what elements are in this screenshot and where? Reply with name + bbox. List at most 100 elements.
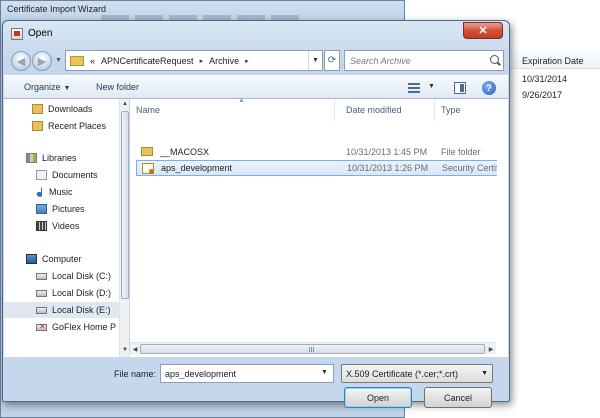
- views-icon[interactable]: [408, 83, 420, 93]
- expiration-date-column[interactable]: Expiration Date: [522, 56, 584, 66]
- documents-icon: [36, 170, 47, 180]
- open-button[interactable]: Open: [344, 387, 412, 408]
- nav-item-pictures[interactable]: Pictures: [4, 201, 119, 217]
- folder-icon: [70, 55, 84, 66]
- nav-item-recent-places[interactable]: Recent Places: [4, 118, 119, 134]
- column-label: Type: [441, 105, 461, 115]
- scroll-down-arrow[interactable]: ▼: [120, 345, 130, 355]
- dialog-title: Open: [28, 28, 53, 39]
- nav-item-label: Libraries: [42, 153, 77, 163]
- nav-item-label: Music: [49, 187, 73, 197]
- organize-button[interactable]: Organize ▼: [24, 82, 70, 92]
- network-drive-disconnected-icon: [36, 322, 47, 331]
- nav-item-label: Pictures: [52, 204, 85, 214]
- nav-item-label: Videos: [52, 221, 80, 231]
- sort-ascending-icon: ▲: [238, 97, 245, 104]
- nav-item-local-disk-e[interactable]: Local Disk (E:): [4, 302, 119, 318]
- nav-item-label: Local Disk (E:): [52, 305, 111, 315]
- nav-item-local-disk-c[interactable]: Local Disk (C:): [4, 268, 119, 284]
- organize-label: Organize: [24, 82, 61, 92]
- nav-item-label: Computer: [42, 254, 82, 264]
- scrollbar-thumb[interactable]: [140, 344, 485, 354]
- certificate-icon: [142, 163, 154, 174]
- nav-item-local-disk-d[interactable]: Local Disk (D:): [4, 285, 119, 301]
- file-date: 10/31/2013 1:26 PM: [347, 163, 429, 173]
- expiration-date-cell: 10/31/2014: [522, 74, 568, 84]
- column-header-type[interactable]: Type: [435, 99, 497, 121]
- nav-item-label: Local Disk (D:): [52, 288, 112, 298]
- address-dropdown[interactable]: ▼: [308, 51, 322, 70]
- chevron-down-icon: ▼: [481, 370, 488, 377]
- close-button[interactable]: ✕: [463, 22, 503, 39]
- videos-icon: [36, 221, 47, 231]
- file-list-pane: ▲ Name Date modified Type __MACOSX 10/31…: [130, 97, 508, 357]
- forward-button[interactable]: ▶: [32, 51, 52, 71]
- file-date: 10/31/2013 1:45 PM: [346, 147, 428, 157]
- nav-item-label: GoFlex Home P: [52, 322, 117, 332]
- forward-arrow-icon: ▶: [37, 55, 47, 68]
- hard-disk-icon: [36, 289, 47, 297]
- file-row-aps-development[interactable]: aps_development 10/31/2013 1:26 PM Secur…: [136, 160, 504, 176]
- pictures-icon: [36, 204, 47, 214]
- views-dropdown[interactable]: ▼: [428, 83, 435, 90]
- scroll-up-arrow[interactable]: ▲: [120, 99, 130, 109]
- address-bar[interactable]: « APNCertificateRequest ▸ Archive ▸ ▼: [65, 50, 323, 71]
- scroll-left-arrow[interactable]: ◀: [130, 344, 140, 354]
- nav-item-videos[interactable]: Videos: [4, 218, 119, 234]
- scrollbar-grip-icon: [309, 347, 315, 352]
- file-type: File folder: [441, 147, 481, 157]
- search-icon[interactable]: [490, 55, 499, 64]
- breadcrumb-archive[interactable]: Archive: [209, 56, 239, 66]
- wizard-title: Certificate Import Wizard: [7, 4, 107, 14]
- breadcrumb-apncertificaterequest[interactable]: APNCertificateRequest: [101, 56, 194, 66]
- file-name: aps_development: [161, 163, 233, 173]
- scroll-right-arrow[interactable]: ▶: [486, 344, 496, 354]
- recent-locations-dropdown[interactable]: ▼: [55, 57, 62, 64]
- help-icon[interactable]: ?: [482, 81, 496, 95]
- file-type-select[interactable]: X.509 Certificate (*.cer;*.crt) ▼: [341, 364, 493, 383]
- cancel-button[interactable]: Cancel: [424, 387, 492, 408]
- command-toolbar: Organize ▼ New folder ▼ ?: [4, 75, 508, 99]
- search-input[interactable]: [350, 55, 485, 66]
- hard-disk-icon: [36, 306, 47, 314]
- file-list-vertical-scrollbar[interactable]: [497, 99, 507, 342]
- music-icon: [36, 187, 44, 197]
- nav-item-music[interactable]: Music: [4, 184, 119, 200]
- search-box[interactable]: [344, 50, 504, 71]
- back-button[interactable]: ◀: [11, 51, 31, 71]
- column-header-date-modified[interactable]: Date modified: [340, 99, 435, 121]
- file-row-macosx[interactable]: __MACOSX 10/31/2013 1:45 PM File folder: [136, 144, 504, 160]
- refresh-button[interactable]: ⟳: [324, 50, 340, 71]
- navigation-pane: Downloads Recent Places Libraries Docume…: [4, 99, 129, 357]
- breadcrumb-separator[interactable]: ▸: [245, 57, 249, 65]
- file-name-input[interactable]: [160, 364, 334, 383]
- column-label: Date modified: [346, 105, 402, 115]
- expiration-date-cell: 9/26/2017: [522, 90, 563, 100]
- navigation-scrollbar[interactable]: ▲ ▼: [119, 99, 129, 357]
- scrollbar-thumb[interactable]: [121, 111, 129, 299]
- breadcrumb-separator[interactable]: ▸: [200, 57, 204, 65]
- column-header-name[interactable]: ▲ Name: [130, 97, 335, 121]
- new-folder-button[interactable]: New folder: [96, 82, 139, 92]
- downloads-icon: [32, 104, 43, 114]
- preview-pane-icon[interactable]: [454, 82, 466, 94]
- refresh-icon: ⟳: [327, 55, 337, 66]
- file-list-horizontal-scrollbar[interactable]: ◀ ▶: [130, 342, 496, 354]
- dialog-app-icon: [11, 28, 23, 40]
- nav-item-label: Local Disk (C:): [52, 271, 112, 281]
- back-arrow-icon: ◀: [16, 55, 26, 68]
- nav-item-libraries[interactable]: Libraries: [4, 150, 119, 166]
- file-name-dropdown[interactable]: ▼: [321, 369, 328, 376]
- nav-item-computer[interactable]: Computer: [4, 251, 119, 267]
- libraries-icon: [26, 153, 37, 163]
- hard-disk-icon: [36, 272, 47, 280]
- nav-item-goflex-home[interactable]: GoFlex Home P: [4, 319, 119, 335]
- nav-item-documents[interactable]: Documents: [4, 167, 119, 183]
- file-name-label: File name:: [114, 369, 157, 379]
- nav-item-label: Recent Places: [48, 121, 107, 131]
- nav-item-downloads[interactable]: Downloads: [4, 101, 119, 117]
- address-overflow[interactable]: «: [90, 56, 95, 66]
- file-type: Security Certificate: [442, 163, 502, 173]
- nav-item-label: Downloads: [48, 104, 93, 114]
- file-type-value: X.509 Certificate (*.cer;*.crt): [346, 368, 459, 379]
